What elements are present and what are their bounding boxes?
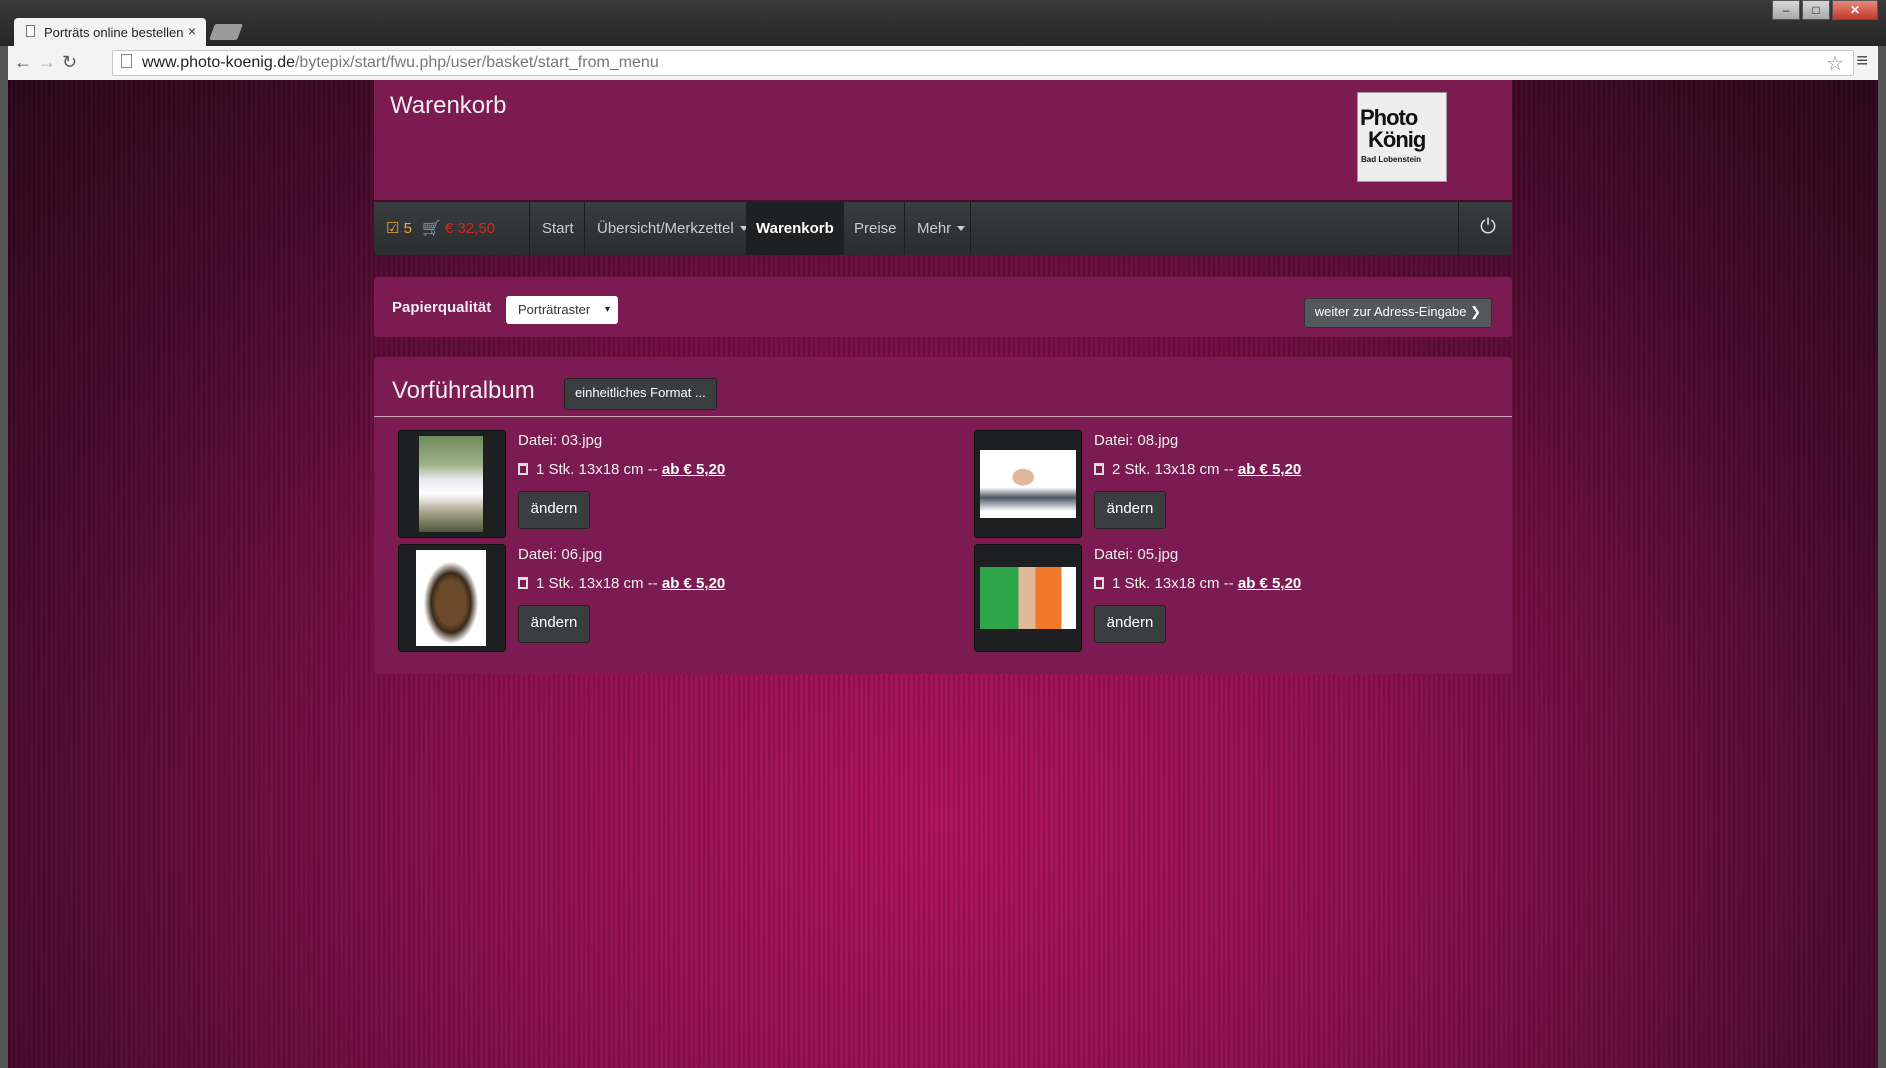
window-close-button[interactable]: ✕ — [1832, 0, 1878, 20]
cart-total: € 32,50 — [445, 220, 496, 237]
file-name: Datei: 08.jpg — [1094, 432, 1179, 449]
minimize-button[interactable]: – — [1772, 0, 1800, 20]
nav-preise[interactable]: Preise — [844, 202, 907, 255]
page-background: Warenkorb Photo König Bad Lobenstein ☑ 5 … — [8, 80, 1878, 1068]
paper-quality-select[interactable]: Porträtraster ▾ — [506, 296, 618, 324]
page-title: Warenkorb — [390, 92, 507, 119]
forward-icon[interactable]: → — [38, 52, 56, 73]
photo-dog — [416, 550, 486, 646]
change-button[interactable]: ändern — [1094, 605, 1166, 643]
change-button[interactable]: ändern — [518, 605, 590, 643]
main-navbar: ☑ 5 🛒 € 32,50 Start Übersicht/Merkzettel… — [374, 202, 1512, 255]
nav-overview-label: Übersicht/Merkzettel — [597, 220, 734, 237]
photo-thumbnail[interactable] — [398, 544, 506, 652]
trash-icon[interactable] — [1094, 463, 1104, 475]
page-header: Warenkorb Photo König Bad Lobenstein — [374, 80, 1512, 202]
trash-icon[interactable] — [1094, 577, 1104, 589]
reload-icon[interactable]: ↻ — [62, 52, 77, 73]
power-icon[interactable]: ⏻ — [1480, 216, 1496, 239]
logo-subtitle: Bad Lobenstein — [1361, 155, 1422, 164]
file-name: Datei: 03.jpg — [518, 432, 603, 449]
nav-start[interactable]: Start — [532, 202, 584, 255]
tab-title: Porträts online bestellen — [44, 25, 184, 40]
quantity-line: 1 Stk. 13x18 cm -- ab € 5,20 — [1094, 575, 1301, 592]
file-name: Datei: 05.jpg — [1094, 546, 1179, 563]
list-item: Datei: 08.jpg 2 Stk. 13x18 cm -- ab € 5,… — [974, 430, 1494, 540]
page-icon — [26, 25, 35, 37]
selection-count[interactable]: ☑ 5 🛒 € 32,50 — [376, 202, 505, 255]
price-link[interactable]: ab € 5,20 — [662, 461, 725, 478]
paper-quality-value: Porträtraster — [518, 302, 591, 317]
trash-icon[interactable] — [518, 577, 528, 589]
nav-separator — [529, 202, 530, 255]
photo-boy-lying — [980, 450, 1076, 518]
price-link[interactable]: ab € 5,20 — [662, 575, 725, 592]
nav-separator — [584, 202, 585, 255]
nav-separator — [970, 202, 971, 255]
file-name: Datei: 06.jpg — [518, 546, 603, 563]
tab-close-icon[interactable]: × — [188, 23, 196, 39]
window-frame-left — [0, 46, 8, 1068]
logo[interactable]: Photo König Bad Lobenstein — [1357, 92, 1447, 182]
nav-warenkorb[interactable]: Warenkorb — [746, 202, 844, 255]
price-link[interactable]: ab € 5,20 — [1238, 575, 1301, 592]
album-panel: Vorführalbum einheitliches Format ... Da… — [374, 357, 1512, 674]
nav-separator — [904, 202, 905, 255]
main-container: Warenkorb Photo König Bad Lobenstein ☑ 5 … — [374, 80, 1512, 674]
window-controls: – □ ✕ — [1772, 0, 1878, 22]
photo-girl-dress — [419, 436, 483, 532]
options-panel: Papierqualität Porträtraster ▾ weiter zu… — [374, 277, 1512, 337]
uniform-format-button[interactable]: einheitliches Format ... — [564, 378, 717, 410]
nav-more-dropdown[interactable]: Mehr — [907, 202, 975, 255]
divider — [374, 416, 1512, 417]
url-path: /bytepix/start/fwu.php/user/basket/start… — [294, 54, 659, 71]
list-item: Datei: 03.jpg 1 Stk. 13x18 cm -- ab € 5,… — [398, 430, 918, 540]
price-link[interactable]: ab € 5,20 — [1238, 461, 1301, 478]
list-item: Datei: 05.jpg 1 Stk. 13x18 cm -- ab € 5,… — [974, 544, 1494, 654]
browser-menu-icon[interactable]: ≡ — [1856, 50, 1868, 73]
maximize-button[interactable]: □ — [1802, 0, 1830, 20]
new-tab-button[interactable] — [209, 24, 243, 40]
continue-address-button[interactable]: weiter zur Adress-Eingabe ❯ — [1303, 298, 1492, 328]
window-frame-right — [1878, 46, 1886, 1068]
quantity-line: 2 Stk. 13x18 cm -- ab € 5,20 — [1094, 461, 1301, 478]
photo-two-kids — [980, 567, 1076, 629]
change-button[interactable]: ändern — [1094, 491, 1166, 529]
photo-thumbnail[interactable] — [974, 544, 1082, 652]
quantity-line: 1 Stk. 13x18 cm -- ab € 5,20 — [518, 461, 725, 478]
nav-overview-dropdown[interactable]: Übersicht/Merkzettel — [587, 202, 758, 255]
address-bar[interactable]: www.photo-koenig.de/bytepix/start/fwu.ph… — [112, 50, 1854, 76]
chevron-down-icon: ▾ — [604, 304, 610, 315]
url-host: www.photo-koenig.de — [142, 54, 295, 71]
chevron-down-icon — [957, 226, 966, 231]
check-icon: ☑ — [386, 220, 400, 237]
nav-more-label: Mehr — [917, 220, 952, 237]
album-title: Vorführalbum — [392, 377, 535, 404]
change-button[interactable]: ändern — [518, 491, 590, 529]
cart-icon: 🛒 — [422, 220, 441, 237]
browser-tab[interactable]: Porträts online bestellen × — [14, 18, 206, 46]
logo-text: Photo König — [1360, 105, 1426, 152]
quantity-line: 1 Stk. 13x18 cm -- ab € 5,20 — [518, 575, 725, 592]
paper-quality-label: Papierqualität — [392, 299, 492, 316]
page-icon — [121, 54, 132, 68]
trash-icon[interactable] — [518, 463, 528, 475]
browser-toolbar: ← → ↻ www.photo-koenig.de/bytepix/start/… — [8, 46, 1878, 81]
photo-thumbnail[interactable] — [398, 430, 506, 538]
photo-thumbnail[interactable] — [974, 430, 1082, 538]
nav-separator — [1458, 202, 1459, 255]
back-icon[interactable]: ← — [14, 52, 32, 73]
browser-titlebar: Porträts online bestellen × – □ ✕ — [0, 0, 1886, 46]
list-item: Datei: 06.jpg 1 Stk. 13x18 cm -- ab € 5,… — [398, 544, 918, 654]
selection-count-value: 5 — [403, 220, 412, 237]
bookmark-star-icon[interactable]: ☆ — [1826, 51, 1844, 76]
